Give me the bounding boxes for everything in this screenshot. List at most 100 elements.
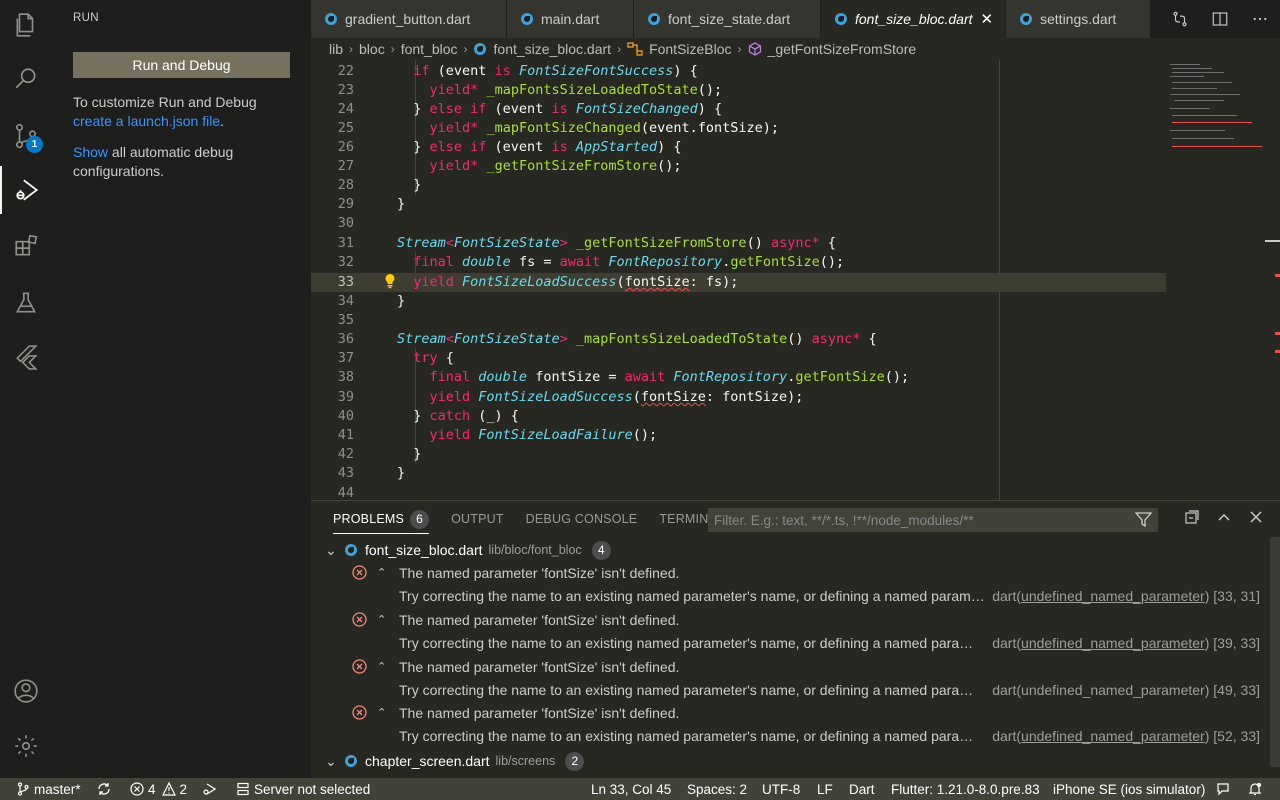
flutter-icon[interactable] xyxy=(0,333,52,381)
tab-settings[interactable]: settings.dart xyxy=(1006,0,1151,38)
problem-item[interactable]: ⌃ The named parameter 'fontSize' isn't d… xyxy=(311,655,1266,678)
chevron-up-icon[interactable]: ⌃ xyxy=(377,566,386,579)
activity-bar: 1 xyxy=(0,0,52,778)
tab-output[interactable]: OUTPUT xyxy=(451,512,504,526)
settings-gear-icon[interactable] xyxy=(0,722,52,770)
line-ending[interactable]: LF xyxy=(817,778,833,800)
error-icon xyxy=(352,612,367,627)
tab-main[interactable]: main.dart xyxy=(507,0,634,38)
breadcrumb-method[interactable]: _getFontSizeFromStore xyxy=(768,41,917,57)
more-actions-icon[interactable] xyxy=(1251,10,1269,28)
problem-message: The named parameter 'fontSize' isn't def… xyxy=(399,611,680,628)
create-launch-json-link[interactable]: create a launch.json file xyxy=(73,113,220,129)
close-panel-icon[interactable] xyxy=(1248,509,1264,525)
tab-problems[interactable]: PROBLEMS 6 xyxy=(333,505,430,534)
tab-close-icon[interactable]: ✕ xyxy=(981,10,994,28)
explorer-icon[interactable] xyxy=(0,1,52,49)
problem-item[interactable]: ⌃ The named parameter 'fontSize' isn't d… xyxy=(311,701,1266,724)
chevron-up-icon[interactable]: ⌃ xyxy=(377,706,386,719)
problem-item[interactable]: ⌃ The named parameter 'fontSize' isn't d… xyxy=(311,561,1266,584)
code-line: 22 if (event is FontSizeFontSuccess) { xyxy=(311,62,1166,81)
source-control-icon[interactable] xyxy=(0,112,52,160)
chevron-up-icon[interactable]: ⌃ xyxy=(377,660,386,673)
tab-debug-console[interactable]: DEBUG CONSOLE xyxy=(526,512,638,526)
filter-icon[interactable] xyxy=(1135,511,1152,528)
problem-code-link[interactable]: undefined_named_parameter xyxy=(1021,635,1205,651)
collapse-all-icon[interactable] xyxy=(1184,509,1200,525)
breadcrumb-file[interactable]: font_size_bloc.dart xyxy=(494,41,612,57)
notifications-bell-icon[interactable] xyxy=(1248,778,1266,800)
code-line: 28 } xyxy=(311,176,1166,195)
tab-font-size-state[interactable]: font_size_state.dart xyxy=(634,0,821,38)
flutter-version[interactable]: Flutter: 1.21.0-8.0.pre.83 xyxy=(891,778,1040,800)
error-circle-icon xyxy=(130,782,144,796)
sidebar-title: RUN xyxy=(73,12,99,24)
chevron-down-icon: ⌄ xyxy=(325,752,337,769)
line-number: 38 xyxy=(337,369,354,385)
code-line: 39 yield FontSizeLoadSuccess(fontSize: f… xyxy=(311,388,1166,407)
problem-detail[interactable]: Try correcting the name to an existing n… xyxy=(311,584,1266,607)
problem-code-link[interactable]: undefined_named_parameter xyxy=(1021,728,1205,744)
language-mode[interactable]: Dart xyxy=(849,778,875,800)
problem-detail[interactable]: Try correcting the name to an existing n… xyxy=(311,724,1266,747)
maximize-panel-icon[interactable] xyxy=(1216,509,1232,525)
cursor-position[interactable]: Ln 33, Col 45 xyxy=(591,778,671,800)
sync-icon[interactable] xyxy=(97,778,115,800)
line-number: 40 xyxy=(337,408,354,424)
problems-filter-input[interactable]: Filter. E.g.: text, **/*.ts, !**/node_mo… xyxy=(708,508,1158,532)
panel-scrollbar[interactable] xyxy=(1270,537,1280,767)
breadcrumb-class[interactable]: FontSizeBloc xyxy=(649,41,731,57)
open-changes-icon[interactable] xyxy=(1171,10,1189,28)
code-line: 42 } xyxy=(311,445,1166,464)
chevron-up-icon[interactable]: ⌃ xyxy=(377,613,386,626)
indentation[interactable]: Spaces: 2 xyxy=(687,778,747,800)
feedback-icon[interactable] xyxy=(1216,778,1234,800)
split-editor-icon[interactable] xyxy=(1211,10,1229,28)
dart-file-icon xyxy=(521,13,533,25)
problem-file-group[interactable]: ⌄ chapter_screen.dart lib/screens 2 xyxy=(325,750,585,772)
problem-code-link[interactable]: undefined_named_parameter xyxy=(1021,682,1205,698)
problem-code-link[interactable]: undefined_named_parameter xyxy=(1021,588,1205,604)
minimap[interactable] xyxy=(1166,60,1266,160)
show-link[interactable]: Show xyxy=(73,144,108,160)
tab-gradient-button[interactable]: gradient_button.dart xyxy=(311,0,507,38)
lightbulb-icon[interactable] xyxy=(384,273,396,289)
code-line: 30 xyxy=(311,214,1166,233)
search-icon[interactable] xyxy=(0,55,52,103)
breadcrumb-bloc[interactable]: bloc xyxy=(359,41,385,57)
problems-summary[interactable]: 4 2 xyxy=(130,778,187,800)
device-selector[interactable]: iPhone SE (ios simulator) xyxy=(1053,778,1205,800)
dart-file-icon xyxy=(473,43,486,55)
breadcrumb-font-bloc[interactable]: font_bloc xyxy=(401,41,458,57)
server-status[interactable]: Server not selected xyxy=(236,778,370,800)
problems-count-badge: 6 xyxy=(410,509,430,529)
dart-file-icon xyxy=(1020,13,1032,25)
problem-position: [49, 33] xyxy=(1213,681,1260,698)
scm-badge: 1 xyxy=(26,136,43,153)
line-number: 43 xyxy=(337,465,354,481)
debug-icon[interactable] xyxy=(202,778,220,800)
code-line: 38 final double fontSize = await FontRep… xyxy=(311,368,1166,387)
branch-indicator[interactable]: master* xyxy=(16,778,81,800)
encoding[interactable]: UTF-8 xyxy=(762,778,800,800)
run-and-debug-button[interactable]: Run and Debug xyxy=(73,52,290,78)
problem-detail[interactable]: Try correcting the name to an existing n… xyxy=(311,678,1266,701)
testing-flask-icon[interactable] xyxy=(0,279,52,327)
code-editor[interactable]: 22 if (event is FontSizeFontSuccess) { 2… xyxy=(311,60,1280,500)
problem-file-group[interactable]: ⌄ font_size_bloc.dart lib/bloc/font_bloc… xyxy=(325,539,611,561)
breadcrumb-lib[interactable]: lib xyxy=(329,41,343,57)
problem-detail[interactable]: Try correcting the name to an existing n… xyxy=(311,631,1266,654)
extensions-icon[interactable] xyxy=(0,222,52,270)
line-number: 42 xyxy=(337,446,354,462)
run-debug-icon[interactable] xyxy=(0,166,52,214)
breadcrumb: lib › bloc › font_bloc › font_size_bloc.dar… xyxy=(311,38,1280,60)
problem-source: dart(undefined_named_parameter) [49, 33] xyxy=(992,682,1260,698)
account-icon[interactable] xyxy=(0,667,52,715)
problem-item[interactable]: ⌃ The named parameter 'fontSize' isn't d… xyxy=(311,608,1266,631)
chevron-right-icon: › xyxy=(349,42,354,56)
source-suffix: ) xyxy=(1204,681,1210,698)
run-sidebar: RUN Run and Debug To customize Run and D… xyxy=(52,0,311,778)
editor-tabs: gradient_button.dart main.dart font_size… xyxy=(311,0,1280,38)
tab-font-size-bloc[interactable]: font_size_bloc.dart ✕ xyxy=(821,0,1006,38)
code-text: Stream<FontSizeState> _mapFontsSizeLoade… xyxy=(397,331,877,347)
